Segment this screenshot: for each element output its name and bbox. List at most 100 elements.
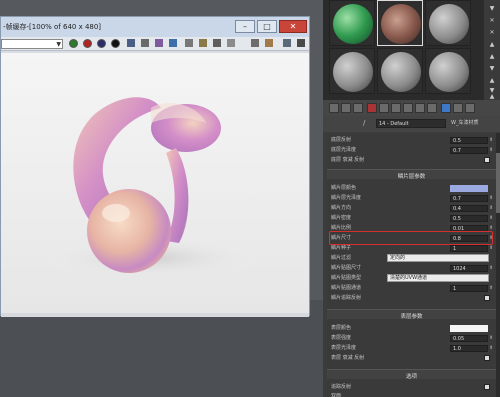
render-window-titlebar[interactable]: -帧缓存-[100% of 640 x 480] – □ ✕ xyxy=(1,17,309,37)
material-slot-4[interactable] xyxy=(329,48,375,94)
material-id-icon[interactable] xyxy=(415,103,425,113)
get-material-icon[interactable] xyxy=(329,103,339,113)
param-row: 表层 衰减 反射 xyxy=(327,354,496,363)
param-label: 鳞片方向 xyxy=(331,205,352,211)
flake-filter-dropdown[interactable]: 定向的 xyxy=(387,254,489,262)
param-label: 表层强度 xyxy=(331,335,352,341)
make-unique-icon[interactable] xyxy=(391,103,401,113)
checkbox[interactable] xyxy=(484,157,490,163)
go-to-parent-icon[interactable] xyxy=(453,103,463,113)
show-in-viewport-icon[interactable] xyxy=(441,103,451,113)
save-image-icon[interactable] xyxy=(127,39,135,47)
param-value-field[interactable]: 0.05 xyxy=(450,335,488,342)
param-value-field[interactable]: 0.5 xyxy=(450,137,488,144)
checkbox[interactable] xyxy=(484,355,490,361)
print-icon[interactable] xyxy=(169,39,177,47)
green-channel-icon[interactable] xyxy=(69,39,78,48)
put-to-library-icon[interactable] xyxy=(403,103,413,113)
material-slot-3[interactable] xyxy=(425,0,471,46)
teapot-icon[interactable] xyxy=(213,39,221,47)
param-row: 鳞片方向 0.4 ⬍ xyxy=(327,204,496,213)
alpha-channel-icon[interactable] xyxy=(111,39,120,48)
reset-icon[interactable] xyxy=(367,103,377,113)
spinner-icon[interactable]: ⬍ xyxy=(489,205,494,212)
spinner-icon[interactable]: ⬍ xyxy=(489,345,494,352)
coat-color-swatch[interactable] xyxy=(450,325,488,332)
clear-icon[interactable] xyxy=(185,39,193,47)
minimize-button[interactable]: – xyxy=(235,20,255,33)
param-value-field[interactable]: 1.0 xyxy=(450,345,488,352)
param-value-field[interactable]: 0.7 xyxy=(450,147,488,154)
options-icon[interactable] xyxy=(297,39,305,47)
spinner-icon[interactable]: ⬍ xyxy=(489,335,494,342)
show-map-icon[interactable] xyxy=(427,103,437,113)
param-label: 底层光泽度 xyxy=(331,147,357,153)
scrollbar-thumb[interactable] xyxy=(496,153,500,213)
spinner-icon[interactable]: ⬍ xyxy=(489,195,494,202)
param-value-field[interactable]: 0.5 xyxy=(450,215,488,222)
teapot-render-icon[interactable] xyxy=(283,39,291,47)
param-label: 鳞片过滤 xyxy=(331,255,352,261)
put-to-scene-icon[interactable] xyxy=(341,103,351,113)
render-area-dropdown[interactable]: ▼ xyxy=(1,39,63,49)
copy-image-icon[interactable] xyxy=(141,39,149,47)
spinner-icon[interactable]: ⬍ xyxy=(489,245,494,252)
param-value-field[interactable]: 0.7 xyxy=(450,195,488,202)
background-icon[interactable]: ✕ xyxy=(488,30,496,36)
preview-icon[interactable]: ▼ xyxy=(488,66,496,72)
red-channel-icon[interactable] xyxy=(83,39,92,48)
material-type-button[interactable]: W_车漆材质 xyxy=(451,119,497,128)
video-check-icon[interactable]: ▲ xyxy=(488,54,496,60)
spinner-icon[interactable]: ⬍ xyxy=(489,285,494,292)
spinner-icon[interactable]: ⬍ xyxy=(489,137,494,144)
flake-map-type-dropdown[interactable]: 清楚的UVW通道 xyxy=(387,274,489,282)
copy-material-icon[interactable] xyxy=(379,103,389,113)
flake-section-header[interactable]: 鳞片层参数 xyxy=(327,169,496,180)
material-name-field[interactable]: 14 - Default xyxy=(376,119,446,128)
render-window-title: -帧缓存-[100% of 640 x 480] xyxy=(3,23,102,31)
backlight-icon[interactable]: ✕ xyxy=(488,18,496,24)
render-settings-icon[interactable] xyxy=(199,39,207,47)
assign-material-icon[interactable] xyxy=(353,103,363,113)
param-value-field[interactable]: 0.4 xyxy=(450,205,488,212)
param-value-field[interactable]: 1 xyxy=(450,245,488,252)
clone-window-icon[interactable] xyxy=(155,39,163,47)
go-forward-icon[interactable] xyxy=(465,103,475,113)
render-status-bar xyxy=(1,313,309,317)
uv-tiling-icon[interactable]: ▲ xyxy=(488,42,496,48)
info-icon[interactable] xyxy=(265,39,273,47)
maximize-button[interactable]: □ xyxy=(257,20,277,33)
rendered-object-image xyxy=(1,53,309,313)
param-label: 鳞片贴图尺寸 xyxy=(331,265,362,271)
parameters-rollout: 底层反射 0.5 ⬍ 底层光泽度 0.7 ⬍ 底层 衰减 反射 鳞片层参数 鳞片… xyxy=(327,133,496,397)
checkbox[interactable] xyxy=(484,295,490,301)
param-label: 鳞片密度 xyxy=(331,215,352,221)
material-editor-toolbar xyxy=(323,100,500,116)
material-slot-1[interactable] xyxy=(329,0,375,46)
param-row: 底层光泽度 0.7 ⬍ xyxy=(327,146,496,155)
material-slot-5[interactable] xyxy=(377,48,423,94)
close-button[interactable]: ✕ xyxy=(279,20,307,33)
param-value-field[interactable]: 1024 xyxy=(450,265,488,272)
coat-section-header[interactable]: 表层参数 xyxy=(327,309,496,320)
blue-channel-icon[interactable] xyxy=(97,39,106,48)
spinner-icon[interactable]: ⬍ xyxy=(489,215,494,222)
options-section-header[interactable]: 选项 xyxy=(327,369,496,380)
lock-icon[interactable] xyxy=(227,39,235,47)
spinner-icon[interactable]: ⬍ xyxy=(489,147,494,154)
param-row: 鳞片层颜色 xyxy=(327,184,496,193)
param-label: 底层反射 xyxy=(331,137,352,143)
gray-sphere-preview xyxy=(381,52,421,92)
sample-type-icon[interactable]: ▼ xyxy=(488,6,496,12)
rollout-scrollbar[interactable] xyxy=(496,133,500,397)
material-slot-2-selected[interactable] xyxy=(377,0,423,46)
options-icon[interactable]: ▲ xyxy=(488,78,496,84)
gray-sphere-preview xyxy=(333,52,373,92)
material-slot-6[interactable] xyxy=(425,48,471,94)
param-value-field[interactable]: 1 xyxy=(450,285,488,292)
checkbox[interactable] xyxy=(484,384,490,390)
flake-color-swatch[interactable] xyxy=(450,185,488,192)
spinner-icon[interactable]: ⬍ xyxy=(489,265,494,272)
region-icon[interactable] xyxy=(251,39,259,47)
eyedropper-icon[interactable]: / xyxy=(363,119,365,127)
